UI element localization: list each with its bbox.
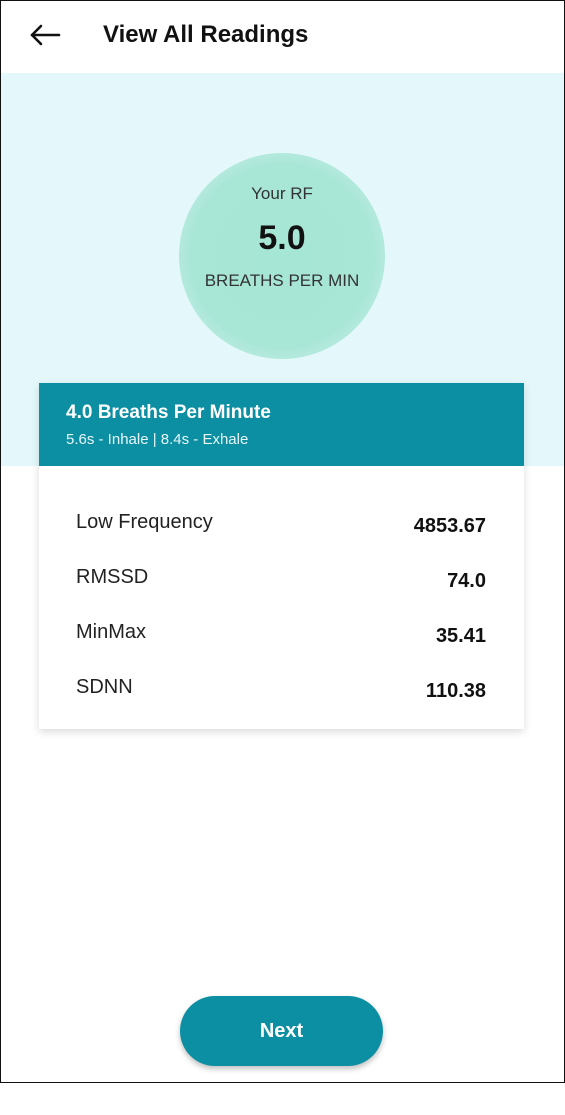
reading-value: 4853.67: [413, 515, 486, 537]
card-header: 4.0 Breaths Per Minute 5.6s - Inhale | 8…: [39, 383, 524, 466]
reading-value: 110.38: [425, 680, 486, 702]
reading-value: 74.0: [447, 570, 486, 592]
rf-label: Your RF: [251, 184, 313, 203]
back-button[interactable]: [25, 15, 65, 55]
rf-value: 5.0: [258, 219, 306, 257]
card-title: 4.0 Breaths Per Minute: [66, 402, 271, 423]
reading-label: SDNN: [76, 676, 133, 698]
reading-row-rmssd: RMSSD 74.0: [39, 558, 524, 598]
rf-unit: BREATHS PER MIN: [204, 271, 360, 290]
reading-row-sdnn: SDNN 110.38: [39, 668, 524, 708]
page-title: View All Readings: [103, 21, 309, 48]
reading-label: RMSSD: [76, 566, 149, 588]
reading-label: MinMax: [76, 621, 147, 643]
reading-value: 35.41: [435, 625, 486, 647]
reading-label: Low Frequency: [76, 511, 213, 533]
reading-row-minmax: MinMax 35.41: [39, 613, 524, 653]
arrow-left-icon: [30, 24, 61, 46]
reading-row-low-frequency: Low Frequency 4853.67: [39, 503, 524, 543]
app-screen: View All Readings Your RF 5.0 BREATHS PE…: [0, 0, 565, 1083]
app-bar: View All Readings: [1, 1, 564, 73]
next-button[interactable]: Next: [180, 996, 383, 1066]
card-subtitle: 5.6s - Inhale | 8.4s - Exhale: [66, 431, 249, 448]
readings-card: 4.0 Breaths Per Minute 5.6s - Inhale | 8…: [39, 383, 524, 729]
